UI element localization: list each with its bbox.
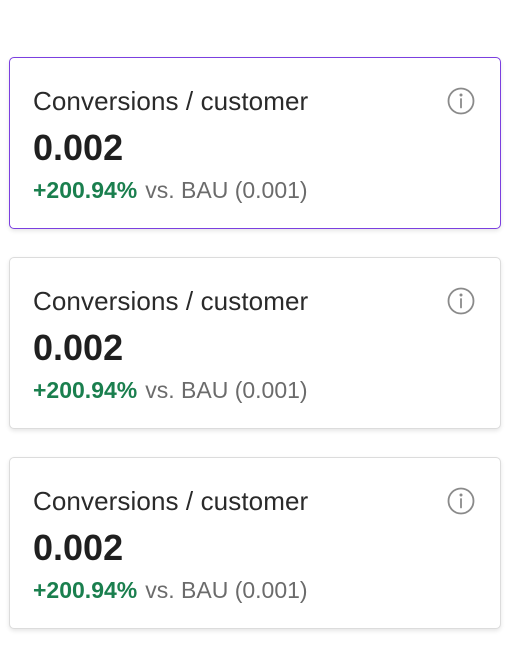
baseline-comparison: vs. BAU (0.001) bbox=[145, 177, 308, 203]
baseline-comparison: vs. BAU (0.001) bbox=[145, 577, 308, 603]
delta-percentage: +200.94% bbox=[33, 177, 138, 203]
metric-title: Conversions / customer bbox=[33, 486, 309, 516]
info-icon[interactable] bbox=[446, 286, 476, 316]
info-icon[interactable] bbox=[446, 86, 476, 116]
metric-card[interactable]: Conversions / customer 0.002 +200.94% vs.… bbox=[9, 457, 501, 629]
delta-percentage: +200.94% bbox=[33, 377, 138, 403]
metric-title: Conversions / customer bbox=[33, 286, 309, 316]
metric-value: 0.002 bbox=[33, 127, 124, 168]
baseline-comparison: vs. BAU (0.001) bbox=[145, 377, 308, 403]
metric-title: Conversions / customer bbox=[33, 86, 309, 116]
metric-comparison: +200.94% vs. BAU (0.001) bbox=[33, 376, 308, 404]
metric-value: 0.002 bbox=[33, 327, 124, 368]
metric-card-stack: Conversions / customer 0.002 +200.94% vs.… bbox=[0, 0, 512, 648]
metric-card[interactable]: Conversions / customer 0.002 +200.94% vs.… bbox=[9, 57, 501, 229]
metric-value: 0.002 bbox=[33, 527, 124, 568]
metric-card[interactable]: Conversions / customer 0.002 +200.94% vs.… bbox=[9, 257, 501, 429]
delta-percentage: +200.94% bbox=[33, 577, 138, 603]
info-icon[interactable] bbox=[446, 486, 476, 516]
metric-comparison: +200.94% vs. BAU (0.001) bbox=[33, 576, 308, 604]
metric-comparison: +200.94% vs. BAU (0.001) bbox=[33, 176, 308, 204]
